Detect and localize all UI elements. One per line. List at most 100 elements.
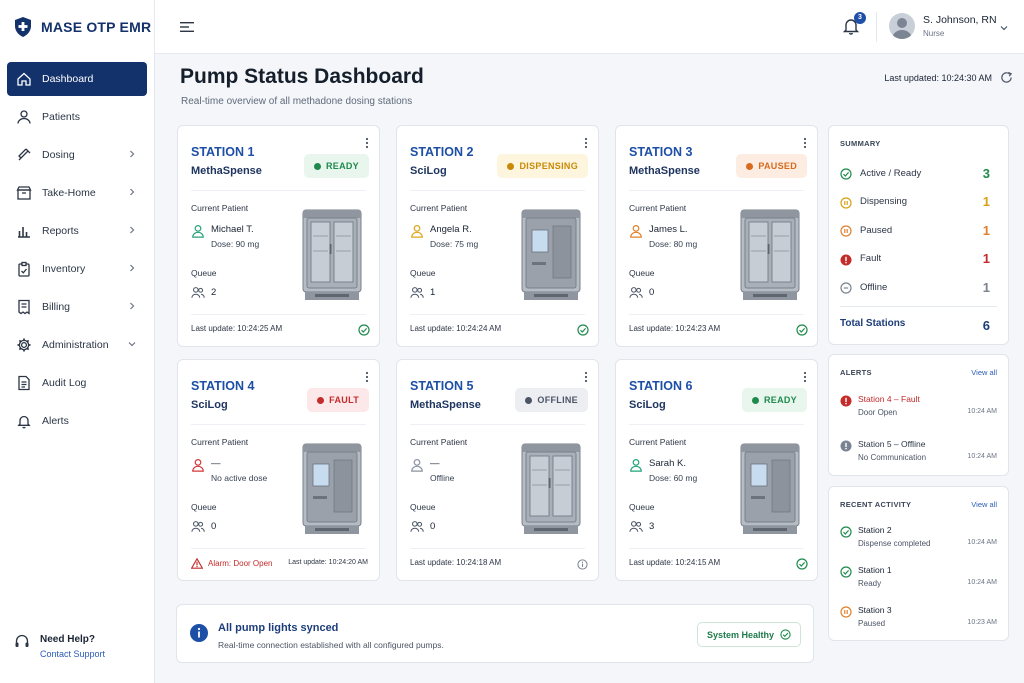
summary-value: 1 — [982, 194, 990, 209]
station-card[interactable]: STATION 6 SciLog READY Current Patient S… — [615, 359, 818, 581]
notifications-button[interactable]: 3 — [841, 12, 866, 36]
alert-circle-icon — [840, 394, 852, 407]
user-menu[interactable]: S. Johnson, RN Nurse — [889, 13, 997, 39]
patient-dose: Offline — [430, 473, 455, 483]
current-patient-label: Current Patient — [410, 203, 468, 213]
sidebar-item-dashboard[interactable]: Dashboard — [7, 62, 147, 96]
menu-icon[interactable] — [179, 19, 195, 35]
sidebar-item-inventory[interactable]: Inventory — [7, 252, 147, 286]
station-card[interactable]: STATION 5 MethaSpense OFFLINE Current Pa… — [396, 359, 599, 581]
box-icon — [16, 185, 32, 201]
station-card[interactable]: STATION 3 MethaSpense PAUSED Current Pat… — [615, 125, 818, 347]
status-label: READY — [325, 161, 359, 171]
alert-item[interactable]: Station 5 – Offline No Communication 10:… — [840, 438, 997, 468]
divider — [840, 306, 997, 307]
alert-detail: Door Open — [858, 408, 898, 417]
patient-icon — [411, 458, 423, 472]
system-healthy-button[interactable]: System Healthy — [696, 622, 801, 647]
summary-row: Fault 1 — [840, 251, 990, 267]
total-stations-value: 6 — [982, 318, 990, 333]
status-label: READY — [763, 395, 797, 405]
sidebar-item-billing[interactable]: Billing — [7, 290, 147, 324]
activity-time: 10:24 AM — [967, 579, 997, 586]
more-options-icon[interactable] — [803, 371, 807, 383]
more-options-icon[interactable] — [803, 137, 807, 149]
sidebar-item-label: Patients — [42, 111, 80, 123]
people-icon — [629, 521, 643, 532]
last-update: Last update: 10:24:25 AM — [191, 324, 283, 333]
chevron-right-icon — [130, 302, 135, 310]
status-dot — [751, 396, 759, 404]
station-card[interactable]: STATION 2 SciLog DISPENSING Current Pati… — [396, 125, 599, 347]
summary-label: Active / Ready — [860, 167, 922, 179]
check-circle-icon — [840, 167, 852, 180]
contact-support-link[interactable]: Contact Support — [40, 649, 105, 659]
sidebar-item-take-home[interactable]: Take-Home — [7, 176, 147, 210]
chevron-down-icon[interactable] — [1000, 24, 1008, 32]
refresh-icon[interactable] — [1000, 71, 1013, 84]
activity-detail: Dispense completed — [858, 539, 931, 548]
headset-icon — [15, 634, 29, 647]
station-card[interactable]: STATION 4 SciLog FAULT Current Patient —… — [177, 359, 380, 581]
alerts-title: ALERTS — [840, 368, 872, 377]
status-badge: OFFLINE — [515, 388, 588, 412]
bar-chart-icon — [16, 223, 32, 239]
sidebar-item-administration[interactable]: Administration — [7, 328, 147, 362]
station-brand: SciLog — [191, 399, 228, 411]
chevron-right-icon — [130, 188, 135, 196]
status-badge: PAUSED — [736, 154, 807, 178]
sidebar-item-label: Dashboard — [42, 73, 94, 85]
more-options-icon[interactable] — [584, 371, 588, 383]
sidebar-item-label: Take-Home — [42, 187, 96, 199]
activity-item[interactable]: Station 3 Paused 10:23 AM — [840, 604, 997, 634]
bell-icon — [16, 413, 32, 429]
pause-circle-icon — [840, 224, 852, 237]
divider — [191, 424, 366, 425]
patient-name: Angela R. — [430, 224, 472, 235]
people-icon — [191, 287, 205, 298]
check-circle-icon — [780, 629, 791, 640]
queue-count: 3 — [649, 521, 655, 532]
activity-time: 10:23 AM — [967, 619, 997, 626]
alerts-panel: ALERTS View all Station 4 – Fault Door O… — [828, 354, 1009, 476]
more-options-icon[interactable] — [365, 137, 369, 149]
brand[interactable]: MASE OTP EMR — [0, 0, 154, 54]
last-updated: Last updated: 10:24:30 AM — [884, 73, 992, 83]
divider — [629, 424, 804, 425]
patient-dose: Dose: 80 mg — [649, 239, 698, 249]
total-stations-row: Total Stations 6 — [840, 318, 990, 333]
queue-count: 2 — [211, 287, 217, 298]
patient-name: James L. — [649, 224, 688, 235]
station-card[interactable]: STATION 1 MethaSpense READY Current Pati… — [177, 125, 380, 347]
patient-dose: No active dose — [211, 473, 268, 483]
sidebar-item-reports[interactable]: Reports — [7, 214, 147, 248]
pump-machine-image — [301, 206, 363, 304]
alerts-view-all-link[interactable]: View all — [971, 368, 997, 377]
sidebar-item-alerts[interactable]: Alerts — [7, 404, 147, 438]
divider — [410, 190, 585, 191]
station-brand: SciLog — [410, 165, 447, 177]
sidebar-item-audit-log[interactable]: Audit Log — [7, 366, 147, 400]
activity-view-all-link[interactable]: View all — [971, 500, 997, 509]
patient-name: — — [430, 458, 440, 469]
person-icon — [16, 109, 32, 125]
station-name: STATION 6 — [629, 379, 693, 393]
receipt-icon — [16, 299, 32, 315]
alert-item[interactable]: Station 4 – Fault Door Open 10:24 AM — [840, 393, 997, 423]
queue-label: Queue — [410, 268, 436, 278]
queue-count: 0 — [649, 287, 655, 298]
activity-detail: Ready — [858, 579, 882, 588]
divider — [410, 548, 585, 549]
activity-item[interactable]: Station 2 Dispense completed 10:24 AM — [840, 524, 997, 554]
status-label: DISPENSING — [519, 161, 578, 171]
summary-panel: SUMMARY Active / Ready 3 Dispensing 1 Pa… — [828, 125, 1009, 345]
sidebar-item-dosing[interactable]: Dosing — [7, 138, 147, 172]
sidebar-nav: Dashboard Patients Dosing Take-Home Repo… — [0, 62, 154, 438]
more-options-icon[interactable] — [584, 137, 588, 149]
sidebar-item-patients[interactable]: Patients — [7, 100, 147, 134]
more-options-icon[interactable] — [365, 371, 369, 383]
home-icon — [16, 71, 32, 87]
activity-item[interactable]: Station 1 Ready 10:24 AM — [840, 564, 997, 594]
alarm-message: Alarm: Door Open — [191, 558, 272, 569]
summary-label: Paused — [860, 224, 893, 236]
